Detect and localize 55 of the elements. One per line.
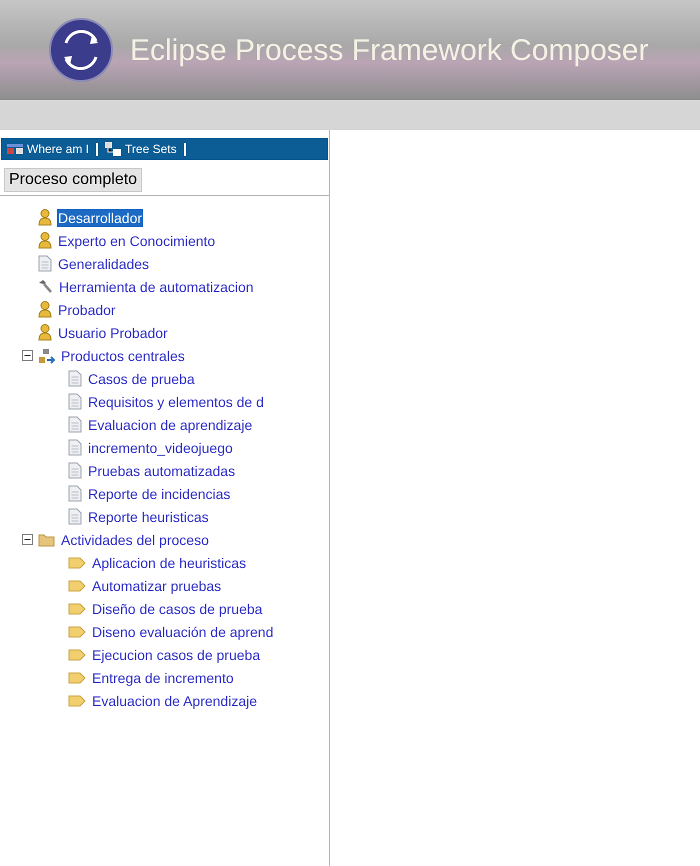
- tree-item[interactable]: Ejecucion casos de prueba: [91, 646, 262, 664]
- person-icon: [38, 324, 52, 341]
- activity-icon: [68, 648, 86, 660]
- document-icon: [38, 255, 52, 272]
- tree-item[interactable]: Productos centrales: [60, 346, 186, 364]
- view-tab[interactable]: Proceso completo: [4, 168, 142, 192]
- document-icon: [68, 416, 82, 433]
- activity-icon: [68, 602, 86, 614]
- separator-line: [184, 142, 186, 156]
- tree-item[interactable]: Automatizar pruebas: [91, 576, 222, 594]
- collapse-icon[interactable]: [22, 350, 33, 361]
- tree-item[interactable]: Reporte de incidencias: [87, 484, 232, 502]
- tree-item[interactable]: Actividades del proceso: [60, 530, 210, 548]
- document-icon: [68, 462, 82, 479]
- separator-line: [96, 142, 98, 156]
- folder-icon: [38, 532, 55, 546]
- logo-icon: [48, 17, 114, 83]
- tree-item[interactable]: Pruebas automatizadas: [87, 462, 236, 480]
- activity-icon: [68, 580, 86, 592]
- toolbar-link[interactable]: Tree Sets: [125, 140, 177, 158]
- tree-item[interactable]: Diseño de casos de prueba: [91, 600, 264, 618]
- activity-icon: [68, 694, 86, 706]
- document-icon: [68, 485, 82, 502]
- tree-item[interactable]: incremento_videojuego: [87, 438, 234, 456]
- package-icon: [38, 348, 55, 364]
- tree-item[interactable]: Evaluacion de aprendizaje: [87, 416, 254, 434]
- activity-icon: [68, 626, 86, 638]
- tree-item[interactable]: Experto en Conocimiento: [57, 232, 216, 250]
- document-icon: [68, 439, 82, 456]
- map-icon: [7, 144, 23, 154]
- tree-item[interactable]: Herramienta de automatizacion: [58, 278, 255, 296]
- activity-icon: [68, 556, 86, 568]
- person-icon: [38, 301, 52, 318]
- person-icon: [38, 232, 52, 249]
- tree-item[interactable]: Probador: [57, 300, 117, 318]
- activity-icon: [68, 672, 86, 684]
- tree-item[interactable]: Usuario Probador: [57, 324, 169, 342]
- document-icon: [68, 370, 82, 387]
- tree-item[interactable]: Casos de prueba: [87, 370, 196, 388]
- tree-item[interactable]: Requisitos y elementos de d: [87, 392, 265, 410]
- tree-item[interactable]: Entrega de incremento: [91, 668, 235, 686]
- tree-item[interactable]: Evaluacion de Aprendizaje: [91, 692, 258, 710]
- app-title: Eclipse Process Framework Composer: [130, 32, 648, 68]
- tree-item[interactable]: Aplicacion de heuristicas: [91, 554, 248, 572]
- tree-item[interactable]: Desarrollador: [57, 208, 144, 226]
- tree-icon: [105, 142, 122, 156]
- hammer-icon: [38, 279, 53, 294]
- tree-item[interactable]: Diseno evaluación de aprend: [91, 622, 274, 640]
- person-icon: [38, 209, 52, 226]
- tree-item[interactable]: Reporte heuristicas: [87, 508, 210, 526]
- tree-item[interactable]: Generalidades: [57, 254, 150, 272]
- collapse-icon[interactable]: [22, 534, 33, 545]
- document-icon: [68, 508, 82, 525]
- document-icon: [68, 393, 82, 410]
- toolbar-link[interactable]: Where am I: [27, 140, 90, 158]
